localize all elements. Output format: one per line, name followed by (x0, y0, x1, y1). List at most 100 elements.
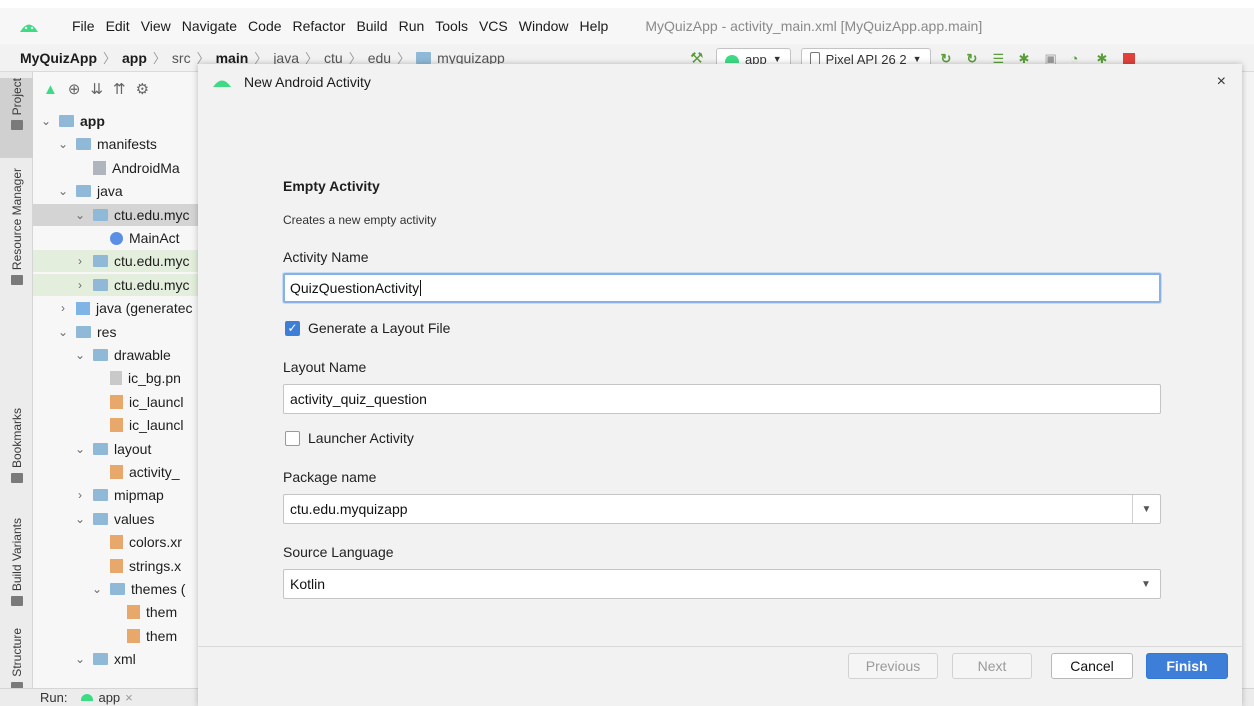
tree-item-label: ic_launcl (129, 393, 184, 410)
menu-refactor[interactable]: Refactor (293, 18, 346, 34)
finish-button[interactable]: Finish (1146, 653, 1228, 679)
cancel-button[interactable]: Cancel (1051, 653, 1133, 679)
menu-edit[interactable]: Edit (106, 18, 130, 34)
tab-bookmarks[interactable]: Bookmarks (0, 408, 33, 498)
tree-item[interactable]: › java (generatec (33, 297, 198, 319)
tree-item[interactable]: › ctu.edu.myc (33, 273, 198, 296)
tree-item[interactable]: MainAct (33, 227, 198, 249)
tree-item[interactable]: ic_launcl (33, 391, 198, 413)
tab-build-variants-label: Build Variants (9, 518, 24, 592)
chevron-down-icon[interactable]: ⌄ (56, 325, 70, 339)
chevron-right-icon[interactable]: › (56, 301, 70, 315)
tab-resource-manager[interactable]: Resource Manager (0, 168, 33, 308)
chevron-right-icon[interactable]: › (73, 278, 87, 292)
chevron-right-icon[interactable]: › (73, 488, 87, 502)
package-name-value: ctu.edu.myquizapp (290, 501, 408, 517)
tree-item[interactable]: ⌄ layout (33, 438, 198, 460)
dialog-title: New Android Activity (244, 74, 371, 90)
folder-icon (93, 208, 108, 221)
tree-item-label: app (80, 113, 105, 129)
tree-item[interactable]: activity_ (33, 461, 198, 483)
breadcrumb-item[interactable]: src (172, 50, 191, 66)
menu-run[interactable]: Run (399, 18, 425, 34)
gear-icon[interactable]: ⚙ (136, 80, 149, 98)
chevron-down-icon[interactable]: ⌄ (56, 184, 70, 198)
chevron-down-icon[interactable]: ⌄ (73, 512, 87, 526)
tree-item[interactable]: ⌄ drawable (33, 344, 198, 366)
expand-all-icon[interactable]: ⇊ (90, 80, 103, 98)
menu-navigate[interactable]: Navigate (182, 18, 237, 34)
menu-code[interactable]: Code (248, 18, 281, 34)
tree-item[interactable]: ⌄ themes ( (33, 578, 198, 600)
generate-layout-option[interactable]: ✓ Generate a Layout File (285, 320, 450, 336)
tree-item-label: java (generatec (96, 300, 193, 317)
tree-item[interactable]: ⌄ app (33, 110, 198, 132)
tab-project[interactable]: Project (0, 78, 33, 158)
menu-tools[interactable]: Tools (435, 18, 468, 34)
run-tab[interactable]: app × (81, 690, 133, 705)
source-language-select[interactable]: Kotlin ▼ (283, 569, 1161, 599)
package-name-combobox[interactable]: ctu.edu.myquizapp ▼ (283, 494, 1161, 524)
tree-item[interactable]: ⌄ manifests (33, 133, 198, 155)
chevron-down-icon[interactable]: ⌄ (73, 208, 87, 222)
menu-view[interactable]: View (141, 18, 171, 34)
layout-name-label: Layout Name (283, 359, 367, 375)
chevron-down-icon[interactable]: ⌄ (39, 114, 53, 128)
menu-help[interactable]: Help (580, 18, 609, 34)
next-button[interactable]: Next (952, 653, 1032, 679)
window-top-edge (0, 0, 1254, 8)
tree-item[interactable]: › mipmap (33, 484, 198, 506)
tree-item[interactable]: ⌄ values (33, 508, 198, 530)
tree-item[interactable]: ⌄ xml (33, 648, 198, 670)
tree-item[interactable]: them (33, 601, 198, 623)
breadcrumb-item[interactable]: MyQuizApp (20, 50, 97, 66)
breadcrumb-item[interactable]: app (122, 50, 147, 66)
chevron-down-icon[interactable]: ⌄ (73, 348, 87, 362)
chevron-down-icon[interactable]: ▼ (1132, 495, 1160, 523)
chevron-down-icon[interactable]: ⌄ (73, 652, 87, 666)
tree-item[interactable]: ⌄ res (33, 321, 198, 343)
chevron-down-icon[interactable]: ⌄ (73, 442, 87, 456)
tree-item[interactable]: ⌄ ctu.edu.myc (33, 203, 198, 226)
chevron-right-icon[interactable]: › (73, 254, 87, 268)
android-studio-logo-icon (213, 80, 231, 87)
previous-button[interactable]: Previous (848, 653, 938, 679)
menu-window[interactable]: Window (519, 18, 569, 34)
launcher-activity-checkbox[interactable] (285, 430, 300, 446)
menu-file[interactable]: File (72, 18, 95, 34)
activity-name-field[interactable]: QuizQuestionActivity (283, 273, 1161, 303)
run-tool-label: Run: (40, 690, 68, 705)
launcher-activity-option[interactable]: Launcher Activity (285, 430, 414, 446)
chevron-down-icon[interactable]: ⌄ (90, 582, 104, 596)
tree-item[interactable]: them (33, 625, 198, 647)
close-icon[interactable]: × (125, 690, 133, 705)
tree-item-label: MainAct (129, 230, 180, 246)
android-view-icon[interactable]: ▲ (43, 81, 58, 98)
chevron-down-icon[interactable]: ⌄ (56, 137, 70, 151)
chevron-down-icon[interactable]: ▼ (1132, 570, 1160, 598)
menu-bar: File Edit View Navigate Code Refactor Bu… (0, 8, 1254, 44)
generated-folder-icon (76, 301, 90, 315)
layout-name-field[interactable]: activity_quiz_question (283, 384, 1161, 414)
xml-file-icon (127, 605, 140, 620)
tree-item-label: activity_ (129, 464, 180, 480)
folder-icon (10, 120, 23, 131)
locate-icon[interactable]: ⊕ (68, 80, 81, 98)
source-language-label: Source Language (283, 544, 394, 560)
tree-item[interactable]: › ctu.edu.myc (33, 250, 198, 273)
tab-build-variants[interactable]: Build Variants (0, 518, 33, 618)
tree-item[interactable]: ic_bg.pn (33, 367, 198, 389)
tree-item-label: drawable (114, 347, 171, 363)
generate-layout-checkbox[interactable]: ✓ (285, 320, 300, 336)
tree-item[interactable]: colors.xr (33, 531, 198, 553)
menu-build[interactable]: Build (356, 18, 387, 34)
tree-item[interactable]: AndroidMa (33, 157, 198, 179)
new-activity-dialog: New Android Activity × Empty Activity Cr… (198, 64, 1242, 706)
tree-item[interactable]: ic_launcl (33, 414, 198, 436)
tree-item[interactable]: ⌄ java (33, 180, 198, 202)
menu-vcs[interactable]: VCS (479, 18, 508, 34)
tree-item[interactable]: strings.x (33, 555, 198, 577)
collapse-all-icon[interactable]: ⇈ (113, 80, 126, 98)
breadcrumb-separator-icon: 〉 (103, 51, 117, 66)
close-icon[interactable]: × (1217, 73, 1226, 91)
